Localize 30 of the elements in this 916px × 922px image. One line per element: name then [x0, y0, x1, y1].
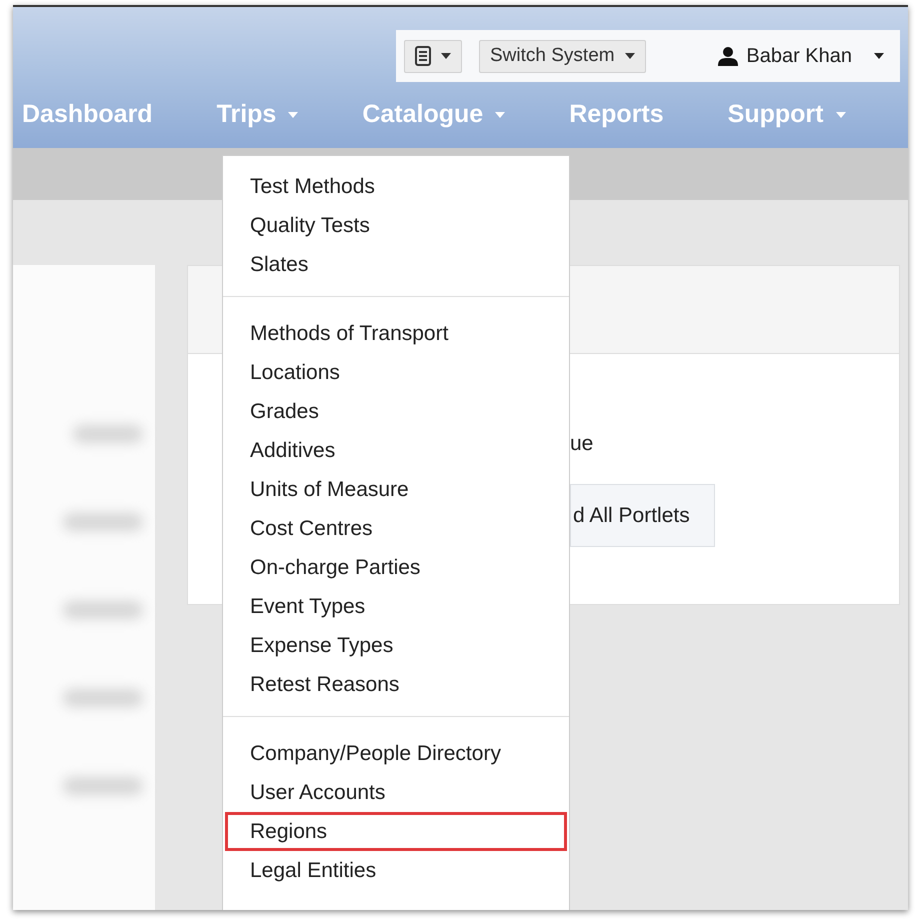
menu-item[interactable]: Locations — [225, 353, 567, 392]
book-icon — [415, 46, 431, 66]
menu-item[interactable]: Methods of Transport — [225, 314, 567, 353]
menu-item[interactable]: Legal Entities — [225, 851, 567, 890]
caret-icon — [624, 53, 635, 59]
user-icon — [718, 46, 738, 66]
caret-icon — [288, 112, 298, 118]
menu-item[interactable]: Retest Reasons — [225, 665, 567, 704]
menu-item[interactable]: On-charge Parties — [225, 548, 567, 587]
caret-icon — [874, 53, 884, 59]
switch-system-button[interactable]: Switch System — [479, 40, 646, 72]
menu-item[interactable]: Test Methods — [225, 167, 567, 206]
menu-item[interactable]: Quality Tests — [225, 206, 567, 245]
menu-item[interactable]: Regions — [225, 812, 567, 851]
menu-item[interactable]: Additives — [225, 431, 567, 470]
menu-item[interactable]: Expense Types — [225, 626, 567, 665]
caret-icon — [441, 53, 451, 59]
caret-icon — [836, 112, 846, 118]
menu-item[interactable]: Units of Measure — [225, 470, 567, 509]
menu-item[interactable]: Slates — [225, 245, 567, 284]
menu-item[interactable]: User Accounts — [225, 773, 567, 812]
caret-icon — [495, 112, 506, 118]
menu-item[interactable]: Cost Centres — [225, 509, 567, 548]
user-menu-button[interactable]: Babar Khan — [712, 44, 890, 68]
portlets-button[interactable]: d All Portlets — [570, 484, 715, 547]
book-menu-button[interactable] — [404, 40, 462, 72]
menu-item[interactable]: Company/People Directory — [225, 734, 567, 773]
menu-item[interactable]: Grades — [225, 392, 567, 431]
card-text: ue — [570, 432, 594, 456]
menu-item[interactable]: Event Types — [225, 587, 567, 626]
